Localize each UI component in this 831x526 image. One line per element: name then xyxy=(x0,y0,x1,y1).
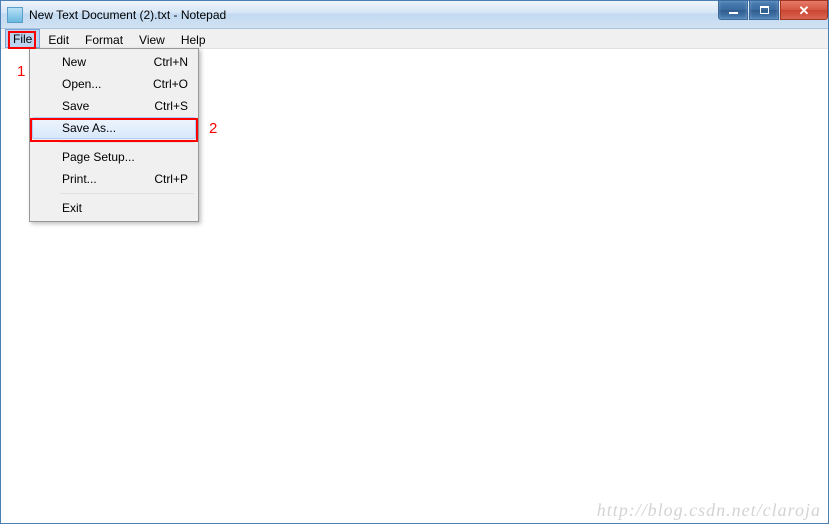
menubar: File Edit Format View Help xyxy=(1,29,828,49)
minimize-button[interactable] xyxy=(718,0,748,20)
close-button[interactable]: ✕ xyxy=(780,0,828,20)
menu-item-open[interactable]: Open... Ctrl+O xyxy=(32,73,196,95)
annotation-label-2: 2 xyxy=(209,120,217,137)
menu-item-exit-label: Exit xyxy=(62,201,168,215)
menu-view-label: View xyxy=(139,33,165,47)
menu-item-save[interactable]: Save Ctrl+S xyxy=(32,95,196,117)
titlebar[interactable]: New Text Document (2).txt - Notepad ✕ xyxy=(1,1,828,29)
window-controls: ✕ xyxy=(717,0,828,21)
menu-item-new[interactable]: New Ctrl+N xyxy=(32,51,196,73)
menu-item-exit[interactable]: Exit xyxy=(32,197,196,219)
menu-item-print[interactable]: Print... Ctrl+P xyxy=(32,168,196,190)
window-title: New Text Document (2).txt - Notepad xyxy=(29,8,226,22)
menu-separator xyxy=(60,142,194,143)
maximize-button[interactable] xyxy=(749,0,779,20)
file-menu-dropdown: New Ctrl+N Open... Ctrl+O Save Ctrl+S Sa… xyxy=(29,48,199,222)
menu-format-label: Format xyxy=(85,33,123,47)
menu-format[interactable]: Format xyxy=(77,29,131,48)
menu-view[interactable]: View xyxy=(131,29,173,48)
menu-file-label: File xyxy=(13,32,32,46)
notepad-icon xyxy=(7,7,23,23)
menu-item-open-label: Open... xyxy=(62,77,133,91)
maximize-icon xyxy=(760,6,769,14)
annotation-label-1: 1 xyxy=(17,63,25,80)
menu-item-page-setup-label: Page Setup... xyxy=(62,150,168,164)
menu-item-print-shortcut: Ctrl+P xyxy=(154,172,188,186)
menu-help-label: Help xyxy=(181,33,206,47)
minimize-icon xyxy=(729,12,738,14)
menu-item-open-shortcut: Ctrl+O xyxy=(153,77,188,91)
menu-separator xyxy=(60,193,194,194)
menu-item-save-shortcut: Ctrl+S xyxy=(154,99,188,113)
menu-item-new-label: New xyxy=(62,55,134,69)
menu-item-save-as[interactable]: Save As... xyxy=(32,117,196,139)
menu-item-save-label: Save xyxy=(62,99,134,113)
menu-help[interactable]: Help xyxy=(173,29,214,48)
menu-edit[interactable]: Edit xyxy=(40,29,77,48)
menu-edit-label: Edit xyxy=(48,33,69,47)
menu-item-page-setup[interactable]: Page Setup... xyxy=(32,146,196,168)
menu-item-save-as-label: Save As... xyxy=(62,121,168,135)
menu-item-new-shortcut: Ctrl+N xyxy=(154,55,188,69)
menu-item-print-label: Print... xyxy=(62,172,134,186)
menu-file[interactable]: File xyxy=(5,29,40,48)
close-icon: ✕ xyxy=(799,4,810,17)
